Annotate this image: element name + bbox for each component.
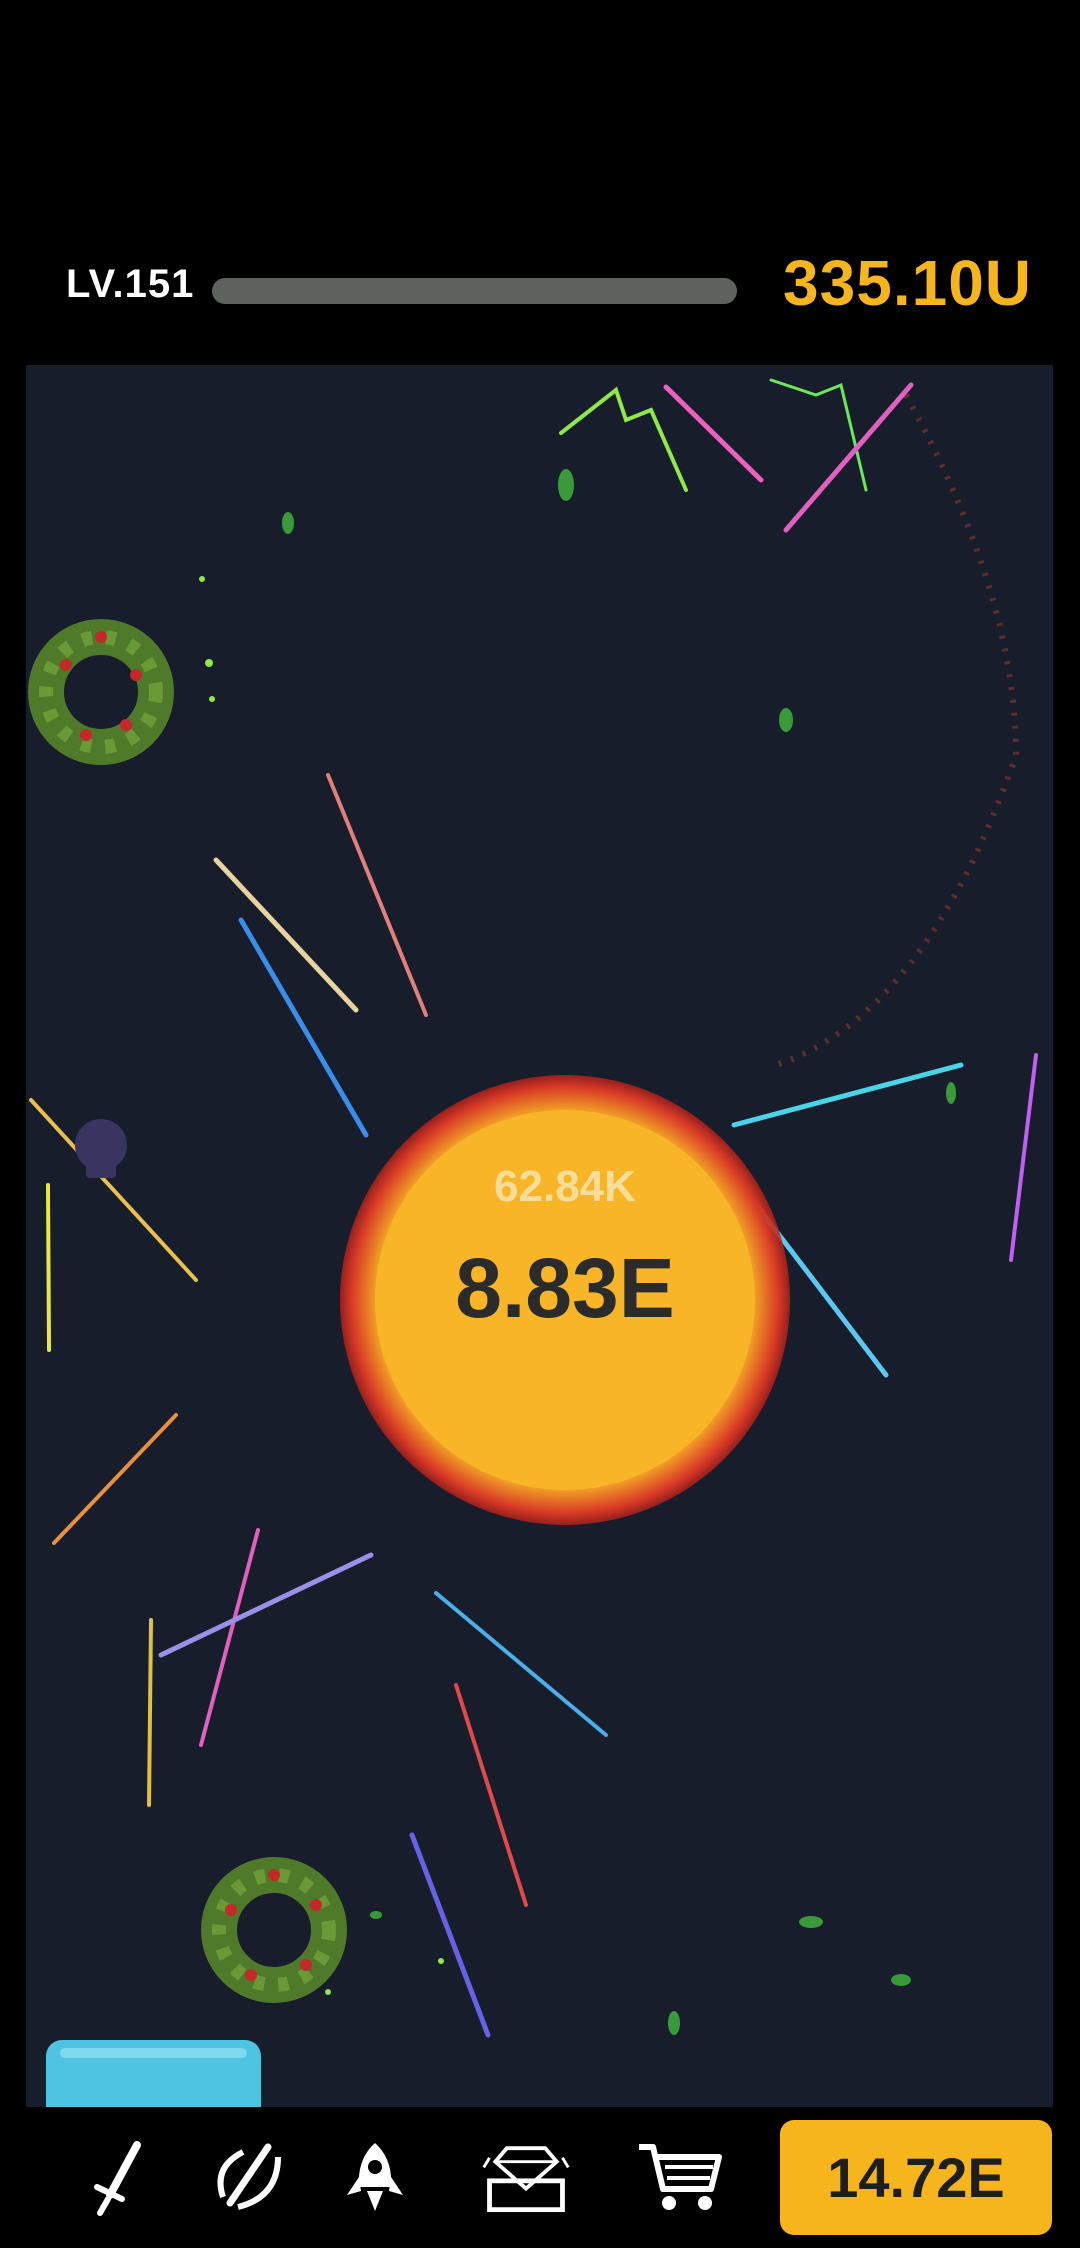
damage-popup: 62.84K: [494, 1162, 636, 1211]
nav-rocket-button[interactable]: [327, 2129, 423, 2225]
shopping-cart-icon: [639, 2144, 722, 2210]
gem-chest-icon: [482, 2146, 570, 2213]
ember-trail: [775, 393, 1020, 1068]
game-arena[interactable]: 62.84K 8.83E: [26, 365, 1053, 2107]
nav-upgrade-button[interactable]: [200, 2129, 296, 2225]
nav-shop-button[interactable]: [632, 2129, 728, 2225]
top-hud: LV.151 335.10U: [0, 0, 1080, 365]
target-hp: 8.83E: [455, 1241, 675, 1335]
holly-wreath-top-left: [28, 619, 174, 765]
sword-icon: [94, 2141, 141, 2216]
level-progress-bar: [212, 278, 737, 304]
boost-tab[interactable]: [46, 2040, 261, 2107]
rocket-icon: [347, 2143, 403, 2211]
buy-button[interactable]: 14.72E: [780, 2120, 1052, 2235]
sun-core[interactable]: 62.84K 8.83E: [375, 1110, 755, 1490]
skull-icon: [75, 1119, 127, 1178]
currency-amount: 335.10U: [783, 247, 1032, 319]
bottom-nav: 14.72E: [0, 2107, 1080, 2248]
sword-slash-icon: [217, 2143, 281, 2210]
sun-target[interactable]: 62.84K 8.83E: [340, 1075, 790, 1525]
level-label: LV.151: [66, 262, 195, 306]
holly-wreath-bottom: [201, 1857, 347, 2003]
nav-gem-button[interactable]: [478, 2129, 574, 2225]
nav-sword-button[interactable]: [74, 2129, 170, 2225]
